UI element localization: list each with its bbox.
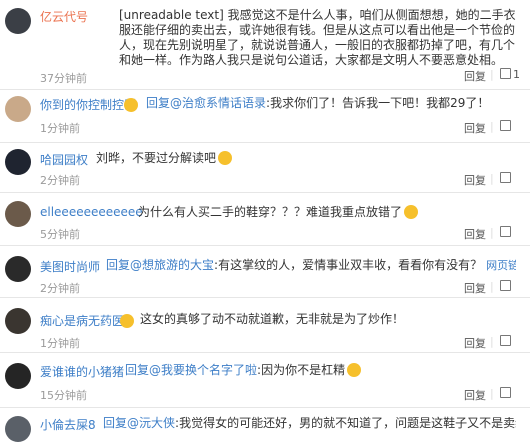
comment-content: 回复@我要换个名字了啦:因为你不是杠精 (125, 363, 516, 378)
laughing-emoji-icon (347, 363, 362, 377)
action-separator: | (490, 226, 494, 239)
comment-content: 这女的真够了动不动就道歉，无非就是为了炒作！ (140, 312, 516, 327)
comment-content: 回复@沅大侠:我觉得女的可能还好，男的就不知道了，问题是这鞋子又不是卖给男生的2… (103, 416, 516, 431)
comment-time: 37分钟前 (40, 72, 87, 85)
reply-target-name[interactable]: 我要换个名字了啦 (161, 363, 257, 377)
like-button[interactable] (500, 387, 513, 400)
comment-text: :我求你们了！告诉我一下吧！我都29了！ (266, 96, 490, 110)
comment-username[interactable]: 美图时尚师 (40, 258, 100, 275)
avatar[interactable] (5, 308, 31, 334)
action-separator: | (490, 280, 494, 293)
comment-time: 15分钟前 (40, 389, 87, 402)
comment-item: 亿云代号 [unreadable text] 我感觉这不是什么人事，咱们从侧面想… (0, 0, 530, 90)
comment-text: :因为你不是杠精 (257, 363, 346, 377)
comment-item: 小倫去屎8 回复@沅大侠:我觉得女的可能还好，男的就不知道了，问题是这鞋子又不是… (0, 408, 530, 442)
avatar[interactable] (5, 256, 31, 282)
thumbs-up-icon (500, 335, 511, 346)
comment-text: 这女的真够了动不动就道歉，无非就是为了炒作！ (140, 312, 405, 326)
like-button[interactable] (500, 172, 513, 185)
thumbs-up-icon (500, 226, 511, 237)
avatar[interactable] (5, 149, 31, 175)
thumbs-up-icon (500, 172, 511, 183)
comment-username[interactable]: 你到的你控制控制 (40, 96, 136, 113)
thumbs-up-icon (500, 387, 511, 398)
comment-item: elleeeeeeeeeeee 为什么有人买二手的鞋穿？？？难道我重点放错了 5… (0, 193, 530, 246)
comment-time: 1分钟前 (40, 337, 80, 350)
comment-username[interactable]: 爱谁谁的小猪猪 (40, 363, 124, 380)
like-button[interactable] (500, 280, 513, 293)
reply-button[interactable]: 回复 (464, 172, 486, 188)
comment-username[interactable]: 痴心是病无药医 (40, 312, 124, 329)
reply-target[interactable]: 回复@ (125, 363, 161, 377)
comment-username[interactable]: elleeeeeeeeeeee (40, 205, 143, 219)
comment-item: 哈园园权 刘晔，不要过分解读吧 2分钟前 回复 | (0, 143, 530, 193)
comment-content: 回复@治愈系情话语录:我求你们了！告诉我一下吧！我都29了！ (146, 96, 516, 111)
reply-target-name[interactable]: 想旅游的大宝 (142, 258, 214, 272)
reply-button[interactable]: 回复 (464, 68, 486, 84)
action-separator: | (490, 387, 494, 400)
laughing-emoji-icon (124, 98, 138, 112)
comment-text: :有这掌纹的人，爱情事业双丰收，看看你有没有？ (214, 258, 483, 272)
action-separator: | (490, 335, 494, 348)
comment-content: [unreadable text] 我感觉这不是什么人事，咱们从侧面想想，她的二… (119, 8, 516, 67)
reply-target-name[interactable]: 治愈系情话语录 (182, 96, 266, 110)
comment-content: 回复@想旅游的大宝:有这掌纹的人，爱情事业双丰收，看看你有没有？网页链接 (106, 258, 516, 273)
comment-text: :我觉得女的可能还好，男的就不知道了，问题是这鞋子又不是卖给男生的2333 (175, 416, 516, 430)
avatar[interactable] (5, 416, 31, 442)
reply-button[interactable]: 回复 (464, 387, 486, 403)
like-button[interactable] (500, 226, 513, 239)
action-separator: | (490, 172, 494, 185)
comment-item: 你到的你控制控制 回复@治愈系情话语录:我求你们了！告诉我一下吧！我都29了！ … (0, 90, 530, 143)
action-separator: | (490, 120, 494, 133)
reply-target[interactable]: 回复@ (103, 416, 139, 430)
comment-username[interactable]: 亿云代号 (40, 8, 88, 25)
thumbs-up-icon (500, 120, 511, 131)
avatar[interactable] (5, 201, 31, 227)
reply-button[interactable]: 回复 (464, 226, 486, 242)
avatar[interactable] (5, 8, 31, 34)
comment-content: 为什么有人买二手的鞋穿？？？难道我重点放错了 (138, 205, 516, 220)
reply-button[interactable]: 回复 (464, 280, 486, 296)
comment-item: 美图时尚师 回复@想旅游的大宝:有这掌纹的人，爱情事业双丰收，看看你有没有？ 网页… (0, 246, 530, 298)
comment-time: 2分钟前 (40, 174, 80, 187)
reply-target[interactable]: 回复@ (106, 258, 142, 272)
comment-text: 刘晔，不要过分解读吧 (96, 151, 217, 165)
laughing-emoji-icon (218, 151, 233, 165)
thumbs-up-icon (500, 68, 511, 79)
like-button[interactable] (500, 335, 513, 348)
comment-item: 爱谁谁的小猪猪 回复@我要换个名字了啦:因为你不是杠精 15分钟前 回复 | (0, 353, 530, 408)
comment-content: 刘晔，不要过分解读吧 (96, 151, 516, 166)
reply-button[interactable]: 回复 (464, 335, 486, 351)
action-separator: | (490, 68, 494, 81)
reply-target-name[interactable]: 沅大侠 (139, 416, 175, 430)
comment-username[interactable]: 哈园园权 (40, 151, 88, 168)
comment-time: 2分钟前 (40, 282, 80, 295)
web-link[interactable]: 网页链接 (486, 258, 516, 273)
comment-time: 1分钟前 (40, 122, 80, 135)
laughing-emoji-icon (404, 205, 419, 219)
comment-time: 5分钟前 (40, 228, 80, 241)
reply-button[interactable]: 回复 (464, 120, 486, 136)
avatar[interactable] (5, 363, 31, 389)
comment-text: 为什么有人买二手的鞋穿？？？难道我重点放错了 (138, 205, 403, 219)
like-button[interactable] (500, 120, 513, 133)
comment-username[interactable]: 小倫去屎8 (40, 416, 96, 433)
reply-target[interactable]: 回复@ (146, 96, 182, 110)
like-button[interactable]: 1 (500, 68, 520, 81)
laughing-emoji-icon (120, 314, 134, 328)
avatar[interactable] (5, 96, 31, 122)
thumbs-up-icon (500, 280, 511, 291)
like-count: 1 (513, 68, 520, 81)
comment-item: 痴心是病无药医 这女的真够了动不动就道歉，无非就是为了炒作！ 1分钟前 回复 | (0, 298, 530, 353)
comment-thread: 亿云代号 [unreadable text] 我感觉这不是什么人事，咱们从侧面想… (0, 0, 530, 442)
